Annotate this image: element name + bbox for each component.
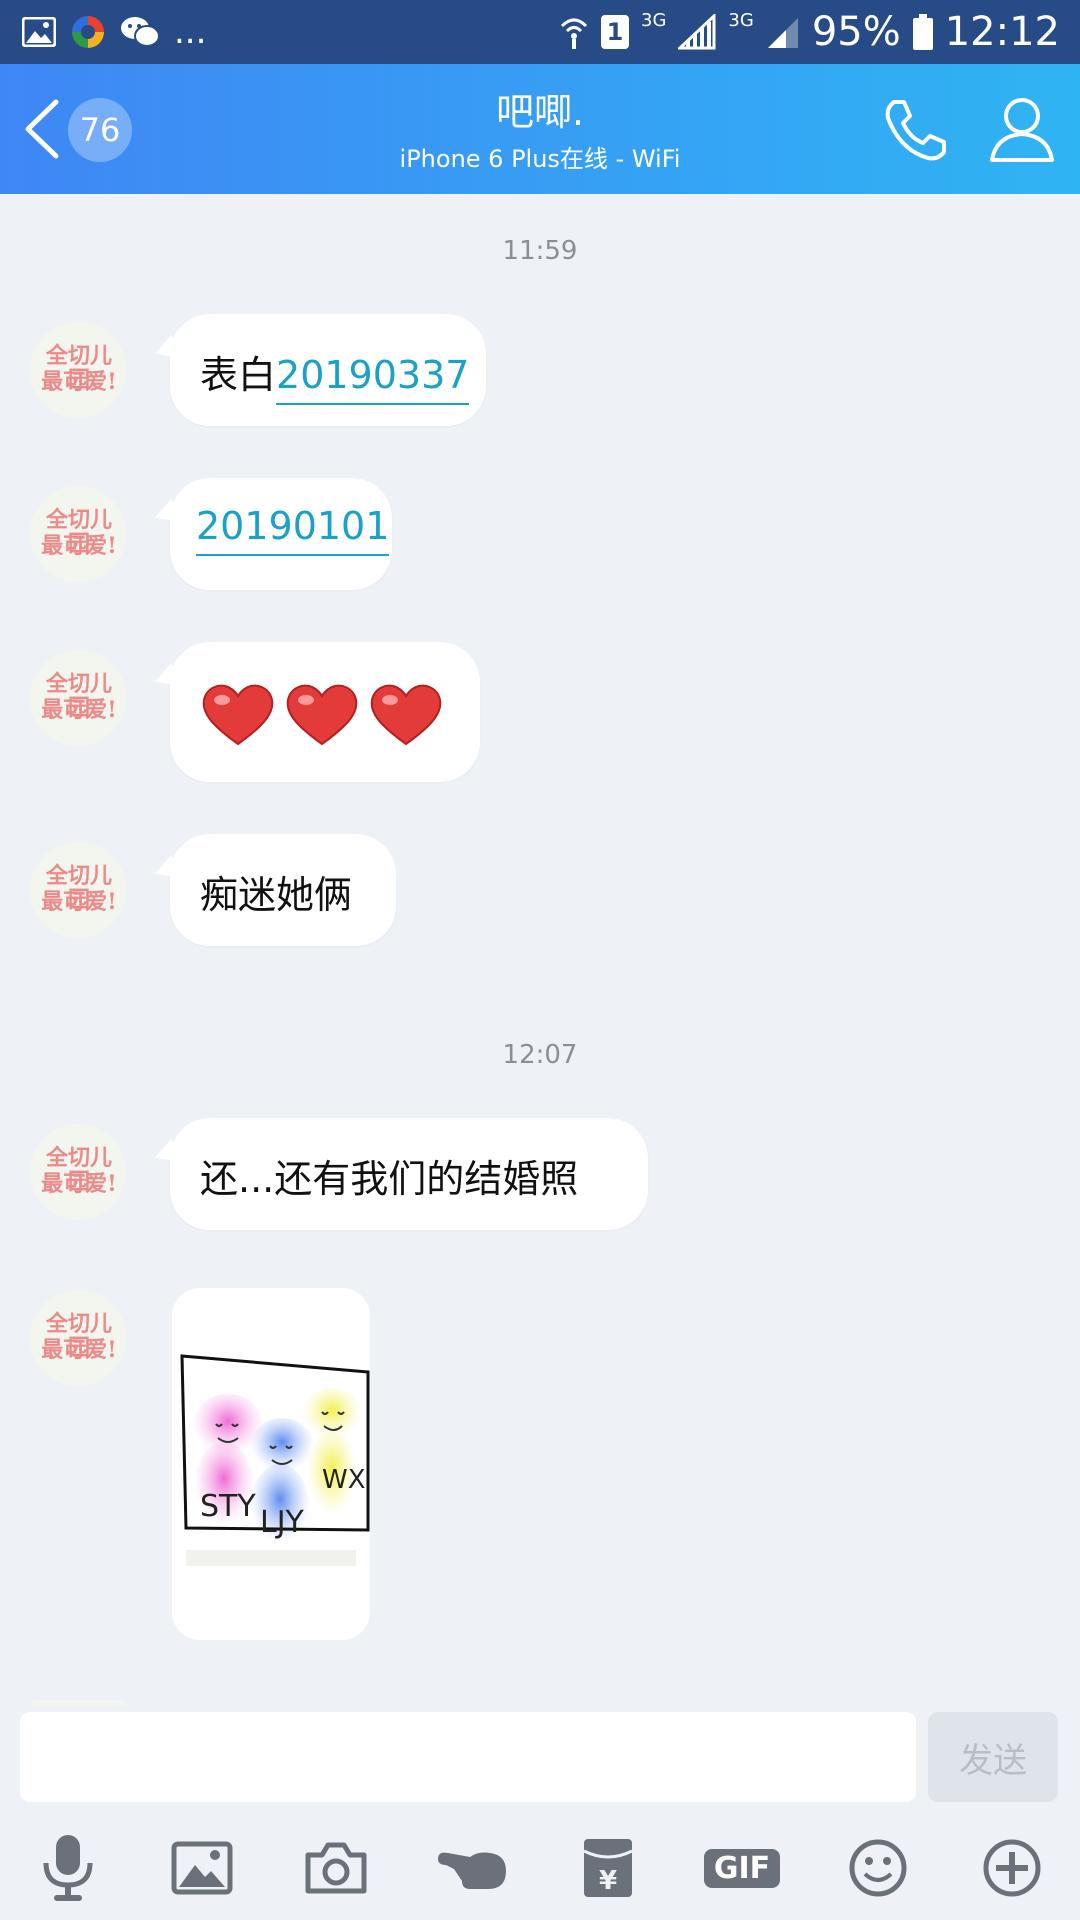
message-bubble[interactable]: 还...还有我们的结婚照 [170,1118,648,1230]
browser-icon [72,16,104,48]
emoji-icon[interactable] [836,1828,920,1908]
more-notifications: ... [174,12,207,52]
signal-icon-1 [678,14,716,50]
message-bubble[interactable]: 痴迷她俩 [170,834,396,946]
avatar[interactable]: 全切儿园 最可爱! [30,1124,126,1220]
avatar[interactable]: 全切儿园 最可爱! [30,650,126,746]
battery-icon [912,14,933,50]
heart-emoji-icon [286,684,358,746]
image-icon[interactable] [160,1828,244,1908]
message-text: 还...还有我们的结婚照 [200,1157,579,1201]
message-link[interactable]: 20190101 [196,504,390,556]
message-timestamp: 12:07 [502,1040,578,1070]
clock: 12:12 [944,9,1060,55]
network-type-2: 3G [728,9,754,31]
message-bubble[interactable] [170,642,480,782]
message-bubble[interactable]: 表白20190337 [170,314,486,426]
microphone-icon[interactable] [26,1828,110,1908]
phone-call-icon[interactable] [880,96,950,166]
svg-text:¥: ¥ [599,1866,617,1896]
status-bar: ... 1 3G 3G 95% 12:12 [0,0,1080,64]
poke-icon[interactable] [430,1828,514,1908]
message-timestamp: 11:59 [502,236,578,266]
heart-emoji-icon [202,684,274,746]
avatar[interactable]: 全切儿园 最可爱! [30,842,126,938]
avatar[interactable]: 全切儿园 最可爱! [30,486,126,582]
wifi-calling-icon [560,18,588,49]
avatar[interactable]: 全切儿园 最可爱! [30,322,126,418]
drawing-label: WX [322,1465,366,1495]
chat-header: 76 吧唧. iPhone 6 Plus在线 - WiFi [0,64,1080,194]
signal-icon-2 [767,18,798,48]
profile-icon[interactable] [988,94,1056,164]
camera-icon[interactable] [294,1828,378,1908]
send-button[interactable]: 发送 [928,1712,1058,1802]
red-packet-icon[interactable]: ¥ [566,1828,650,1908]
network-type-1: 3G [641,9,667,31]
battery-percent: 95% [811,9,901,55]
gallery-icon [22,17,56,47]
gif-icon[interactable]: GIF [700,1828,784,1908]
message-link[interactable]: 20190337 [276,353,470,405]
plus-icon[interactable] [970,1828,1054,1908]
message-text: 痴迷她俩 [200,873,353,917]
drawing-label: STY [200,1489,256,1524]
message-input[interactable] [20,1712,916,1802]
sim-slot-badge: 1 [601,15,629,49]
message-text: 表白 [200,353,277,397]
wechat-icon [121,17,160,47]
message-bubble[interactable]: 20190101 [170,478,392,590]
avatar[interactable]: 全切儿园 最可爱! [30,1290,126,1386]
image-message[interactable]: STY LJY WX [172,1288,370,1640]
heart-emoji-icon [370,684,442,746]
drawing-image: STY LJY WX [180,1354,370,1566]
drawing-label: LJY [260,1505,305,1540]
input-toolbar: ¥ GIF [0,1828,1080,1908]
